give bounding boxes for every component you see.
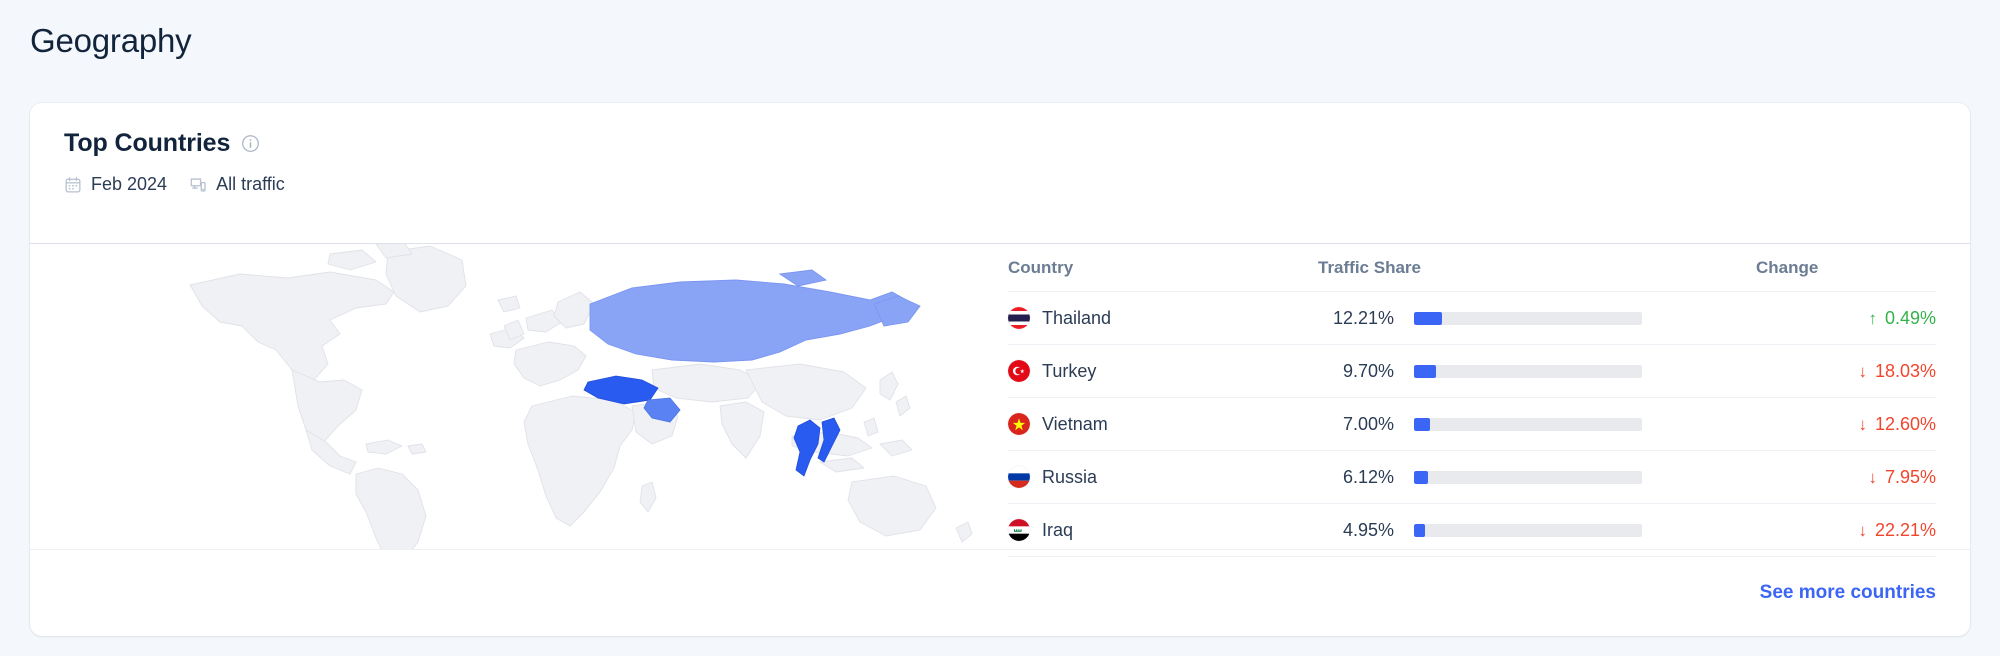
cell-country: Turkey [1008, 345, 1318, 398]
cell-change: ↑ 0.49% [1756, 292, 1936, 345]
traffic-share-bar-fill [1414, 365, 1436, 378]
change-value: 18.03% [1875, 361, 1936, 382]
table-row[interactable]: Turkey 9.70% ↓ 18.03% [1008, 345, 1936, 398]
traffic-share-bar-fill [1414, 524, 1425, 537]
change-value: 0.49% [1885, 308, 1936, 329]
cell-traffic-share: 9.70% [1318, 345, 1756, 398]
table-row[interactable]: Thailand 12.21% ↑ 0.49% [1008, 292, 1936, 345]
change-value: 12.60% [1875, 414, 1936, 435]
traffic-share-value: 12.21% [1318, 308, 1394, 329]
table-row[interactable]: Russia 6.12% ↓ 7.95% [1008, 451, 1936, 504]
arrow-down-icon: ↓ [1858, 416, 1867, 433]
traffic-share-bar-track [1414, 524, 1642, 537]
arrow-down-icon: ↓ [1858, 522, 1867, 539]
card-title-row: Top Countries [64, 129, 1936, 158]
table-row[interactable]: Vietnam 7.00% ↓ 12.60% [1008, 398, 1936, 451]
countries-table-pane: Country Traffic Share Change Thailand 12.… [990, 244, 1970, 549]
traffic-share-value: 6.12% [1318, 467, 1394, 488]
cell-change: ↓ 12.60% [1756, 398, 1936, 451]
map-country-thailand [794, 420, 820, 476]
card-footer: See more countries [30, 549, 1970, 636]
traffic-share-value: 7.00% [1318, 414, 1394, 435]
map-country-russia [590, 270, 920, 362]
arrow-up-icon: ↑ [1868, 310, 1877, 327]
change-value: 7.95% [1885, 467, 1936, 488]
traffic-share-bar-fill [1414, 312, 1442, 325]
table-header-row: Country Traffic Share Change [1008, 244, 1936, 292]
traffic-share-bar-track [1414, 418, 1642, 431]
traffic-share-value: 9.70% [1318, 361, 1394, 382]
cell-traffic-share: 7.00% [1318, 398, 1756, 451]
world-map[interactable] [30, 244, 990, 549]
cell-change: ↓ 7.95% [1756, 451, 1936, 504]
flag-russia [1008, 466, 1030, 488]
traffic-share-bar-track [1414, 365, 1642, 378]
traffic-share-bar-track [1414, 471, 1642, 484]
country-name: Thailand [1042, 308, 1111, 329]
cell-traffic-share: 6.12% [1318, 451, 1756, 504]
page-title: Geography [30, 22, 191, 60]
card-header: Top Countries [30, 103, 1970, 243]
cell-traffic-share: 12.21% [1318, 292, 1756, 345]
traffic-label: All traffic [216, 174, 285, 195]
date-label: Feb 2024 [91, 174, 167, 195]
flag-turkey [1008, 360, 1030, 382]
countries-table-body: Thailand 12.21% ↑ 0.49% Turkey 9.70% ↓ 18.03% Vi… [1008, 292, 1936, 557]
top-countries-card: Top Countries [30, 103, 1970, 636]
flag-iraq [1008, 519, 1030, 541]
country-name: Iraq [1042, 520, 1073, 541]
country-name: Turkey [1042, 361, 1096, 382]
cell-country: Russia [1008, 451, 1318, 504]
traffic-share-bar-fill [1414, 418, 1430, 431]
traffic-filter[interactable]: All traffic [189, 174, 285, 195]
flag-vietnam [1008, 413, 1030, 435]
change-value: 22.21% [1875, 520, 1936, 541]
date-filter[interactable]: Feb 2024 [64, 174, 167, 195]
info-icon[interactable] [241, 134, 260, 153]
card-body: Country Traffic Share Change Thailand 12.… [30, 244, 1970, 549]
traffic-share-bar-track [1414, 312, 1642, 325]
cell-change: ↓ 18.03% [1756, 345, 1936, 398]
country-name: Vietnam [1042, 414, 1108, 435]
flag-thailand [1008, 307, 1030, 329]
arrow-down-icon: ↓ [1858, 363, 1867, 380]
traffic-share-bar-fill [1414, 471, 1428, 484]
column-header-change[interactable]: Change [1756, 244, 1936, 292]
cell-country: Thailand [1008, 292, 1318, 345]
column-header-traffic-share[interactable]: Traffic Share [1318, 244, 1756, 292]
arrow-down-icon: ↓ [1868, 469, 1877, 486]
traffic-share-value: 4.95% [1318, 520, 1394, 541]
card-meta-row: Feb 2024 All traffic [64, 174, 1936, 195]
countries-table: Country Traffic Share Change Thailand 12.… [1008, 244, 1936, 557]
see-more-countries-link[interactable]: See more countries [1760, 582, 1936, 604]
calendar-icon [64, 176, 82, 194]
devices-icon [189, 176, 207, 194]
country-name: Russia [1042, 467, 1097, 488]
cell-country: Vietnam [1008, 398, 1318, 451]
column-header-country[interactable]: Country [1008, 244, 1318, 292]
card-title: Top Countries [64, 129, 230, 158]
geography-page: Geography Top Countries [0, 0, 2000, 656]
